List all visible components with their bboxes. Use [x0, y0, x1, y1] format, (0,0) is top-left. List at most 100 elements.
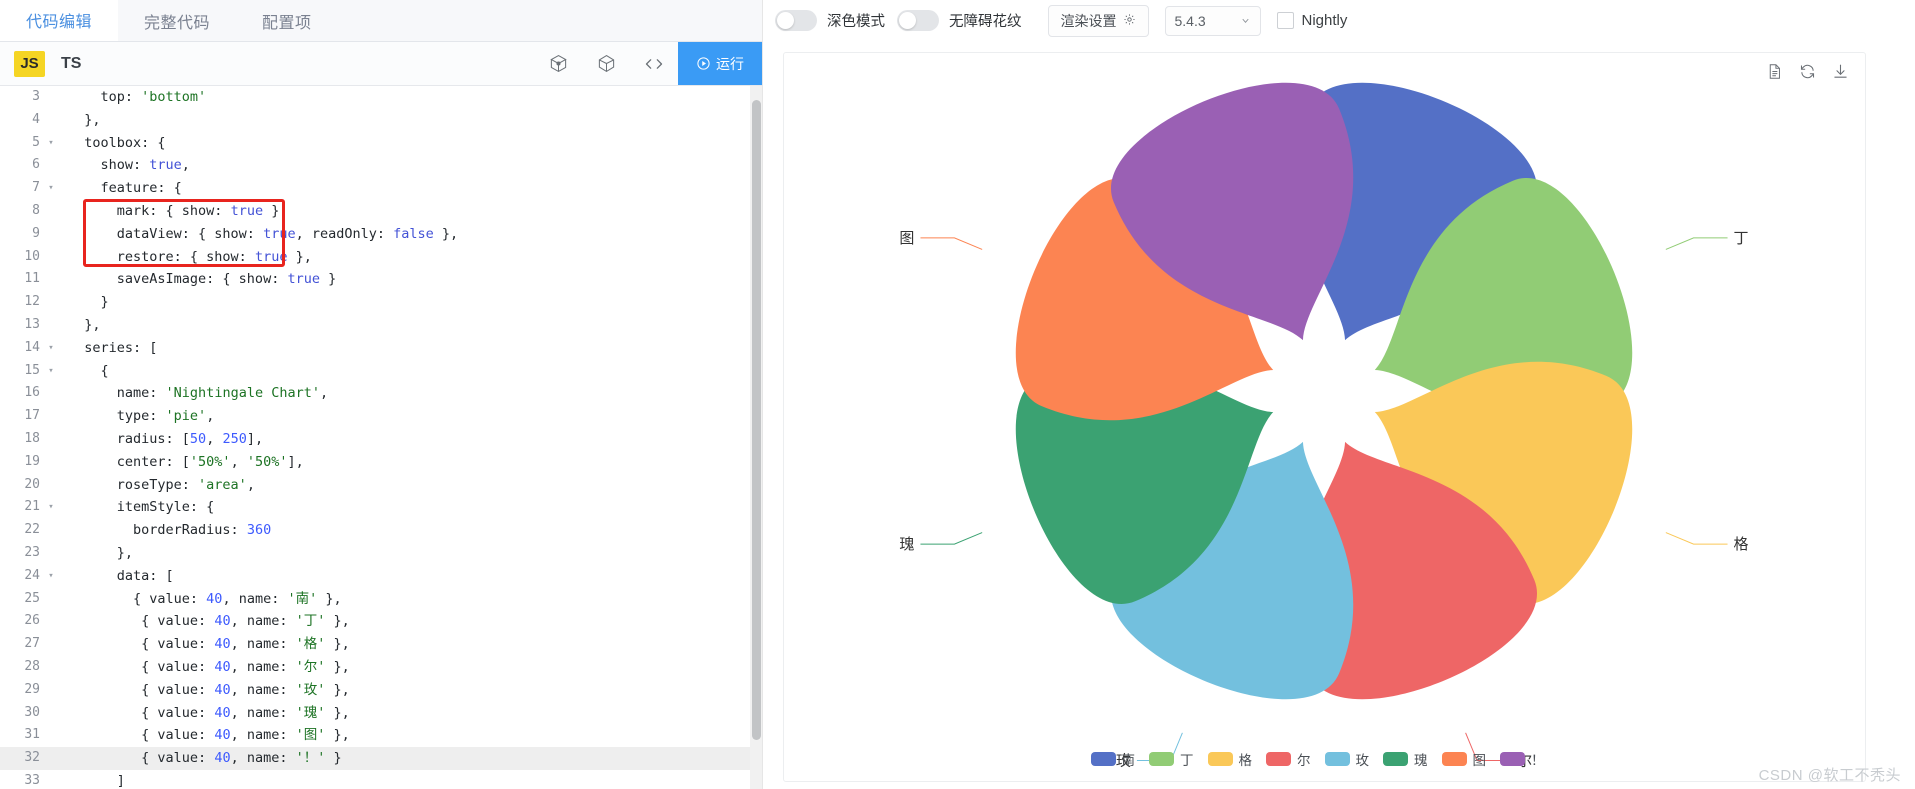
code-line[interactable]: 3 top: 'bottom': [0, 86, 762, 109]
code-line[interactable]: 24 ▾ data: [: [0, 565, 762, 588]
legend-swatch: [1090, 752, 1116, 766]
legend-item[interactable]: 丁: [1149, 749, 1194, 769]
nightingale-rose-chart[interactable]: 南 丁格 尔 玫瑰图 ！: [784, 53, 1865, 781]
run-button[interactable]: 运行: [678, 42, 762, 85]
legend-label: 玫: [1355, 753, 1370, 768]
editor-tabbar: 代码编辑 完整代码 配置项: [0, 0, 762, 42]
code-line-number: 11: [24, 271, 40, 287]
legend-item[interactable]: 尔: [1266, 749, 1311, 769]
legend-swatch: [1207, 752, 1233, 766]
code-line-text: ]: [68, 772, 125, 789]
lang-js-button[interactable]: JS: [14, 50, 45, 77]
tab-full-code[interactable]: 完整代码: [118, 0, 236, 41]
code-fold-arrow-icon[interactable]: ▾: [44, 177, 58, 200]
sandbox-icon[interactable]: [534, 42, 582, 85]
code-line[interactable]: 30 { value: 40, name: '瑰' },: [0, 702, 762, 725]
code-line[interactable]: 8 mark: { show: true },: [0, 200, 762, 223]
code-line-number: 20: [24, 476, 40, 492]
code-line[interactable]: 12 }: [0, 291, 762, 314]
data-view-icon[interactable]: [1766, 63, 1783, 85]
legend-label: 尔: [1297, 753, 1311, 768]
code-line[interactable]: 4 },: [0, 109, 762, 132]
code-line[interactable]: 28 { value: 40, name: '尔' },: [0, 656, 762, 679]
editor-toolbar-actions: 运行: [534, 42, 762, 85]
code-fold-arrow-icon[interactable]: ▾: [44, 132, 58, 155]
code-line-text: },: [68, 544, 134, 561]
code-line-text: itemStyle: {: [68, 499, 215, 516]
code-fold-arrow-icon[interactable]: ▾: [44, 565, 58, 588]
legend-swatch: [1500, 752, 1525, 766]
chart-preview-card: 南 丁格 尔 玫瑰图 ！ 南 丁格 尔 玫瑰图 ！: [783, 52, 1866, 782]
code-line[interactable]: 33 ]: [0, 770, 762, 789]
code-line[interactable]: 32 { value: 40, name: '！' }: [0, 747, 762, 770]
nightly-checkbox-row[interactable]: Nightly: [1276, 12, 1347, 29]
editor-scrollbar-thumb[interactable]: [752, 100, 761, 740]
tab-config[interactable]: 配置项: [236, 0, 338, 41]
code-line-number: 32: [24, 750, 40, 766]
save-image-icon[interactable]: [1832, 63, 1849, 85]
code-line[interactable]: 5 ▾ toolbox: {: [0, 132, 762, 155]
render-setting-button[interactable]: 渲染设置: [1047, 4, 1149, 37]
code-line[interactable]: 13 },: [0, 314, 762, 337]
code-line[interactable]: 19 center: ['50%', '50%'],: [0, 451, 762, 474]
code-line-text: { value: 40, name: '玫' },: [68, 681, 350, 698]
legend-item[interactable]: ！: [1500, 749, 1545, 769]
code-icon[interactable]: [630, 42, 678, 85]
dark-mode-toggle[interactable]: [775, 10, 817, 31]
code-line[interactable]: 16 name: 'Nightingale Chart',: [0, 382, 762, 405]
nightly-checkbox[interactable]: [1276, 12, 1294, 29]
legend-item[interactable]: 玫: [1324, 749, 1370, 769]
code-line-text: toolbox: {: [68, 134, 166, 151]
code-line-text: },: [68, 316, 101, 333]
code-line[interactable]: 27 { value: 40, name: '格' },: [0, 633, 762, 656]
code-line-number: 25: [24, 590, 40, 606]
code-line-text: feature: {: [68, 180, 182, 197]
code-line-number: 12: [24, 294, 40, 310]
version-value: 5.4.3: [1174, 12, 1206, 29]
code-fold-arrow-icon[interactable]: ▾: [44, 337, 58, 360]
code-line[interactable]: 6 show: true,: [0, 154, 762, 177]
code-line[interactable]: 21 ▾ itemStyle: {: [0, 496, 762, 519]
legend-item[interactable]: 瑰: [1383, 749, 1428, 769]
code-line[interactable]: 25 { value: 40, name: '南' },: [0, 588, 762, 611]
version-select[interactable]: 5.4.3: [1164, 5, 1261, 36]
code-line[interactable]: 14 ▾ series: [: [0, 337, 762, 360]
legend-swatch: [1324, 752, 1350, 766]
code-line[interactable]: 23 },: [0, 542, 762, 565]
code-line[interactable]: 26 { value: 40, name: '丁' },: [0, 610, 762, 633]
lang-ts-button[interactable]: TS: [61, 55, 81, 73]
code-line[interactable]: 17 type: 'pie',: [0, 405, 762, 428]
code-line[interactable]: 20 roseType: 'area',: [0, 474, 762, 497]
code-line-number: 30: [24, 704, 40, 720]
render-setting-label: 渲染设置: [1060, 12, 1117, 29]
restore-icon[interactable]: [1799, 63, 1816, 85]
legend-item[interactable]: 图: [1441, 749, 1486, 769]
code-line[interactable]: 9 dataView: { show: true, readOnly: fals…: [0, 223, 762, 246]
code-line-number: 15: [24, 362, 40, 378]
code-fold-arrow-icon[interactable]: ▾: [44, 360, 58, 383]
code-line-text: { value: 40, name: '丁' },: [68, 613, 350, 630]
code-line-text: { value: 40, name: '！' }: [68, 750, 342, 767]
code-line[interactable]: 31 { value: 40, name: '图' },: [0, 724, 762, 747]
legend-item[interactable]: 南: [1090, 749, 1135, 769]
tab-code-edit[interactable]: 代码编辑: [0, 0, 119, 41]
code-line[interactable]: 22 borderRadius: 360: [0, 519, 762, 542]
code-line[interactable]: 7 ▾ feature: {: [0, 177, 762, 200]
dark-mode-toggle-knob: [777, 12, 794, 29]
chart-legend: 南 丁 格 尔 玫 瑰 图 ！: [784, 749, 1865, 769]
code-fold-arrow-icon[interactable]: ▾: [44, 496, 58, 519]
code-line[interactable]: 10 restore: { show: true },: [0, 246, 762, 269]
code-line-number: 13: [24, 316, 40, 332]
code-line-number: 9: [32, 225, 40, 241]
legend-label: 丁: [1180, 753, 1194, 768]
cube-icon[interactable]: [582, 42, 630, 85]
editor-scrollbar-track[interactable]: [750, 86, 762, 789]
code-line[interactable]: 18 radius: [50, 250],: [0, 428, 762, 451]
code-line[interactable]: 11 saveAsImage: { show: true }: [0, 268, 762, 291]
code-line[interactable]: 29 { value: 40, name: '玫' },: [0, 679, 762, 702]
code-area[interactable]: 3 top: 'bottom' 4 }, 5 ▾ toolbox: {6 show: …: [0, 86, 762, 789]
code-line-text: series: [: [68, 339, 158, 356]
accessible-pattern-toggle[interactable]: [897, 10, 939, 31]
code-line[interactable]: 15 ▾ {: [0, 360, 762, 383]
legend-item[interactable]: 格: [1207, 749, 1252, 769]
